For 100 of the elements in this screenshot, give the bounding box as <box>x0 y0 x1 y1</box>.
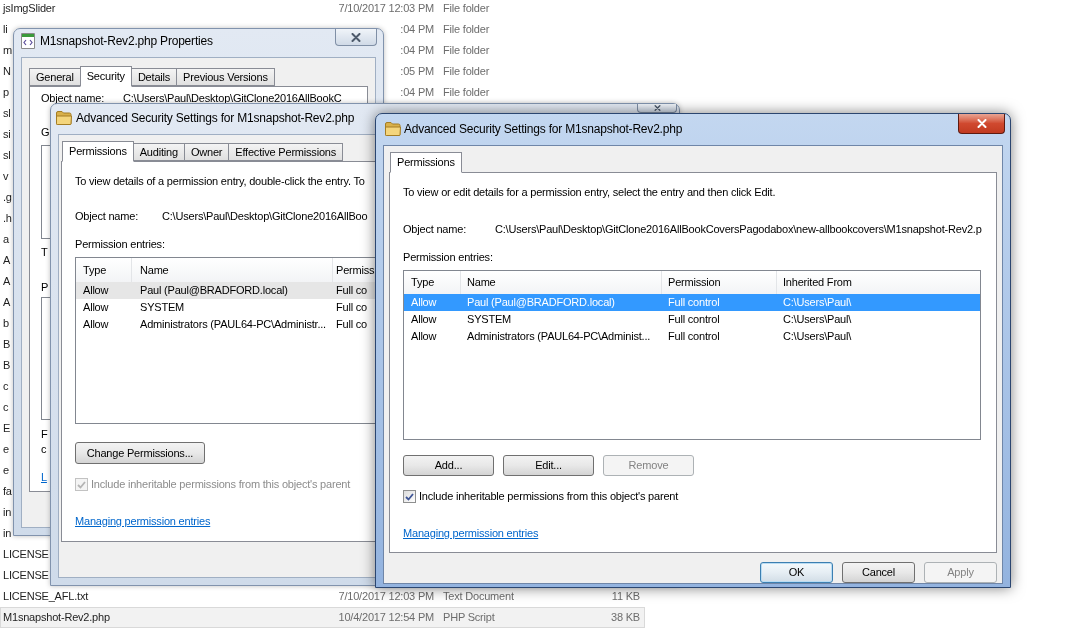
table-cell-text: Full control <box>667 295 721 310</box>
file-type: Text Document <box>443 590 514 603</box>
list-box[interactable] <box>41 145 50 239</box>
file-name: LICENSE <box>3 569 49 582</box>
checkmark-icon <box>77 480 86 489</box>
table-cell-text: Full co <box>335 317 368 332</box>
file-date: 10/4/2017 12:54 PM <box>338 611 434 624</box>
object-name-path: C:\Users\Paul\Desktop\GitClone2016AllBookC <box>123 92 342 105</box>
table-row[interactable]: Allow SYSTEM Full control C:\Users\Paul\ <box>404 311 980 328</box>
table-cell-text: Allow <box>82 317 110 332</box>
file-name: jsImgSlider <box>3 2 56 15</box>
push-button[interactable]: OK <box>760 562 833 583</box>
file-name: v <box>3 170 9 183</box>
push-button[interactable]: Change Permissions... <box>75 442 205 464</box>
window-title: M1snapshot-Rev2.php Properties <box>40 33 213 50</box>
file-type: File folder <box>443 86 490 99</box>
file-name: in <box>3 527 12 540</box>
file-name: E <box>3 422 11 435</box>
file-name: m <box>3 44 12 57</box>
file-date: 7/10/2017 12:03 PM <box>338 590 434 603</box>
file-name: a <box>3 233 9 246</box>
file-type: File folder <box>443 44 490 57</box>
checkmark-icon <box>405 492 414 501</box>
help-link[interactable]: L <box>41 471 47 484</box>
file-name: e <box>3 464 9 477</box>
table-row[interactable]: Allow Paul (Paul@BRADFORD.local) Full co <box>76 282 376 299</box>
tab[interactable]: Owner <box>183 143 230 161</box>
tab[interactable]: Permissions <box>390 152 462 173</box>
table-row[interactable]: Allow Administrators (PAUL64-PC\Administr... Full co <box>76 316 376 333</box>
table-cell-text: Allow <box>82 283 110 298</box>
file-name: si <box>3 128 11 141</box>
folder-icon <box>56 111 72 125</box>
label-text: G <box>41 126 50 139</box>
file-name: LICENSE <box>3 548 49 561</box>
tab[interactable]: General <box>29 68 81 86</box>
close-button[interactable] <box>958 114 1005 134</box>
file-name: p <box>3 86 9 99</box>
file-name: B <box>3 359 11 372</box>
instructions-text: To view details of a permission entry, double-click the entry. To <box>75 175 365 188</box>
file-name: N <box>3 65 11 78</box>
table-row[interactable]: Allow Administrators (PAUL64-PC\Administ... Full control C:\Users\Paul\ <box>404 328 980 345</box>
file-date: :05 PM <box>400 65 434 78</box>
object-name-label: Object name: <box>403 223 468 236</box>
close-icon <box>351 32 361 42</box>
table-cell-text: Allow <box>410 312 438 327</box>
file-name: li <box>3 23 8 36</box>
checkbox[interactable] <box>403 490 416 503</box>
table-cell-text: C:\Users\Paul\ <box>782 295 853 310</box>
table-cell-text: Administrators (PAUL64-PC\Administ... <box>466 329 652 344</box>
table-cell-text: Full control <box>667 312 721 327</box>
file-name: A <box>3 275 11 288</box>
file-name: LICENSE_AFL.txt <box>3 590 89 603</box>
close-icon <box>653 105 661 111</box>
table-cell-text: C:\Users\Paul\ <box>782 329 853 344</box>
file-name: .h <box>3 212 12 225</box>
label-text: P <box>41 281 49 294</box>
object-name-label: Object name: <box>41 92 106 105</box>
tab[interactable]: Security <box>79 66 132 87</box>
file-date: 7/10/2017 12:03 PM <box>338 2 434 15</box>
folder-icon <box>385 122 401 136</box>
file-size: 11 KB <box>611 590 640 603</box>
table-cell-text: Full co <box>335 300 368 315</box>
file-name: A <box>3 296 11 309</box>
close-button[interactable] <box>335 29 377 46</box>
window-title: Advanced Security Settings for M1snapshot-Rev2.php <box>404 121 683 138</box>
table-cell-text: Allow <box>410 329 438 344</box>
table-cell-text: SYSTEM <box>466 312 513 327</box>
file-type: File folder <box>443 65 490 78</box>
push-button[interactable]: Cancel <box>842 562 915 583</box>
help-link[interactable]: Managing permission entries <box>403 527 539 540</box>
file-name: A <box>3 254 11 267</box>
file-date: :04 PM <box>400 86 434 99</box>
tab[interactable]: Auditing <box>132 143 185 161</box>
label-text: c <box>41 443 47 456</box>
tab[interactable]: Previous Versions <box>176 68 275 86</box>
object-name-path: C:\Users\Paul\Desktop\GitClone2016AllBoo <box>162 210 368 223</box>
list-box[interactable] <box>41 297 50 420</box>
file-name: fa <box>3 485 12 498</box>
table-cell-text: Full control <box>667 329 721 344</box>
table-cell-text: Allow <box>82 300 110 315</box>
file-name: e <box>3 443 9 456</box>
push-button[interactable]: Add... <box>403 455 494 476</box>
push-button[interactable]: Edit... <box>503 455 594 476</box>
tab[interactable]: Effective Permissions <box>228 143 344 161</box>
label-text: T <box>41 246 48 259</box>
section-label: Permission entries: <box>75 238 165 251</box>
table-cell-text: Full co <box>335 283 368 298</box>
checkbox-label[interactable]: Include inheritable permissions from this object's parent <box>419 490 679 503</box>
table-cell-text: Paul (Paul@BRADFORD.local) <box>466 295 616 310</box>
section-label: Permission entries: <box>403 251 493 264</box>
help-link[interactable]: Managing permission entries <box>75 515 211 528</box>
column-header[interactable]: Inherited From <box>777 271 980 294</box>
tab[interactable]: Details <box>130 68 178 86</box>
file-date: :04 PM <box>400 23 434 36</box>
file-row[interactable]: M1snapshot-Rev2.php 10/4/2017 12:54 PM PHP Script 38 KB <box>0 607 645 628</box>
file-name: c <box>3 380 9 393</box>
tab[interactable]: Permissions <box>62 141 134 162</box>
column-header[interactable]: Permiss <box>333 258 376 282</box>
table-row[interactable]: Allow SYSTEM Full co <box>76 299 376 316</box>
object-name-path: C:\Users\Paul\Desktop\GitClone2016AllBookCoversPagodabox\new-allbookcovers\M1snapshot-Rev2.p <box>495 223 982 236</box>
